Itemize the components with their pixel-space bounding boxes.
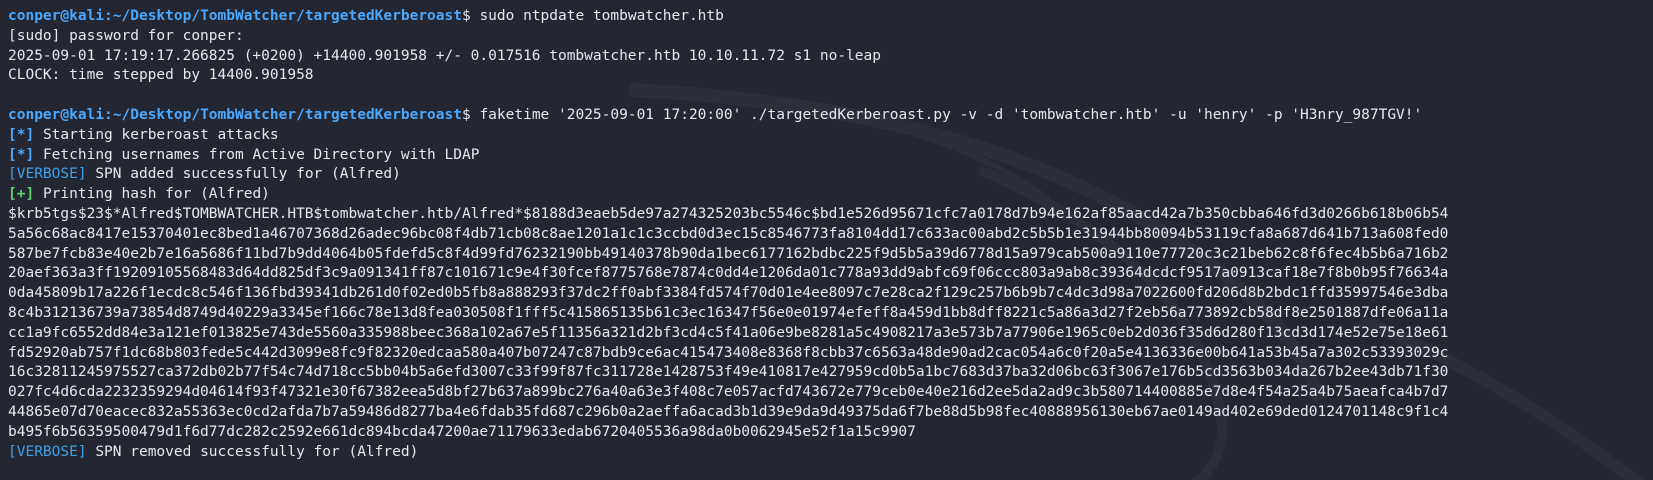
- output-text: SPN added successfully for (Alfred): [95, 166, 401, 183]
- output-line: [*] Fetching usernames from Active Direc…: [8, 146, 1653, 166]
- prompt-path: :~/Desktop/TombWatcher/targetedKerberoas…: [104, 106, 462, 123]
- output-text: SPN removed successfully for (Alfred): [95, 443, 419, 460]
- prompt-user: conper: [8, 8, 61, 24]
- success-tag: [+]: [8, 186, 35, 203]
- hash-line: 587be7fcb83e40e2b7e16a5686f11bd7b9dd4064…: [8, 245, 1449, 262]
- info-tag: [*]: [8, 146, 35, 163]
- hash-line: cc1a9fc6552dd84e3a121ef013825e743de5560a…: [8, 324, 1449, 341]
- output-line: [sudo] password for conper:: [8, 27, 244, 44]
- hash-line: b495f6b56359500479d1f6d77dc282c2592e661d…: [8, 423, 916, 440]
- prompt-at: @: [60, 8, 70, 24]
- output-line: [VERBOSE] SPN removed successfully for (…: [8, 443, 1653, 463]
- terminal-window[interactable]: conper@kali:~/Desktop/TombWatcher/target…: [0, 0, 1653, 480]
- hash-line: 027fc4d6cda2232359294d04614f93f47321e30f…: [8, 384, 1449, 401]
- hash-line: 20aef363a3ff19209105568483d64dd825df3c9a…: [8, 265, 1449, 282]
- prompt-user: conper: [8, 106, 61, 123]
- command-text: faketime '2025-09-01 17:20:00' ./targete…: [479, 106, 1423, 123]
- verbose-tag: [VERBOSE]: [8, 166, 87, 183]
- prompt-symbol: $: [461, 106, 471, 123]
- prompt-path: :~/Desktop/TombWatcher/targetedKerberoas…: [104, 8, 462, 24]
- command-text: sudo ntpdate tombwatcher.htb: [479, 8, 724, 24]
- prompt-host: kali: [69, 8, 105, 24]
- output-line: [VERBOSE] SPN added successfully for (Al…: [8, 165, 1653, 185]
- prompt-symbol: $: [461, 8, 471, 24]
- output-text: Fetching usernames from Active Directory…: [42, 146, 480, 163]
- hash-line: 0da45809b17a226f1ecdc8c546f136fbd39341db…: [8, 285, 1449, 302]
- hash-line: 5a56c68ac8417e15370401ec8bed1a46707368d2…: [8, 225, 1449, 242]
- hash-line: $krb5tgs$23$*Alfred$TOMBWATCHER.HTB$tomb…: [8, 205, 1449, 222]
- hash-line: 44865e07d70eacec832a55363ec0cd2afda7b7a5…: [8, 403, 1449, 420]
- prompt-line-1: conper@kali:~/Desktop/TombWatcher/target…: [8, 7, 1653, 27]
- prompt-at: @: [60, 106, 70, 123]
- output-line: [+] Printing hash for (Alfred): [8, 185, 1653, 205]
- output-line: CLOCK: time stepped by 14400.901958: [8, 67, 314, 84]
- output-line: 2025-09-01 17:19:17.266825 (+0200) +1440…: [8, 47, 881, 64]
- prompt-line-2: conper@kali:~/Desktop/TombWatcher/target…: [8, 106, 1653, 126]
- hash-line: fd52920ab757f1dc68b803fede5c442d3099e8fc…: [8, 344, 1449, 361]
- verbose-tag: [VERBOSE]: [8, 443, 87, 460]
- hash-line: 8c4b312136739a73854d8749d40229a3345ef166…: [8, 304, 1449, 321]
- output-line: [*] Starting kerberoast attacks: [8, 126, 1653, 146]
- output-text: Starting kerberoast attacks: [42, 126, 279, 143]
- hash-line: 16c32811245975527ca372db02b77f54c74d718c…: [8, 364, 1449, 381]
- output-text: Printing hash for (Alfred): [42, 186, 270, 203]
- info-tag: [*]: [8, 126, 35, 143]
- prompt-host: kali: [69, 106, 105, 123]
